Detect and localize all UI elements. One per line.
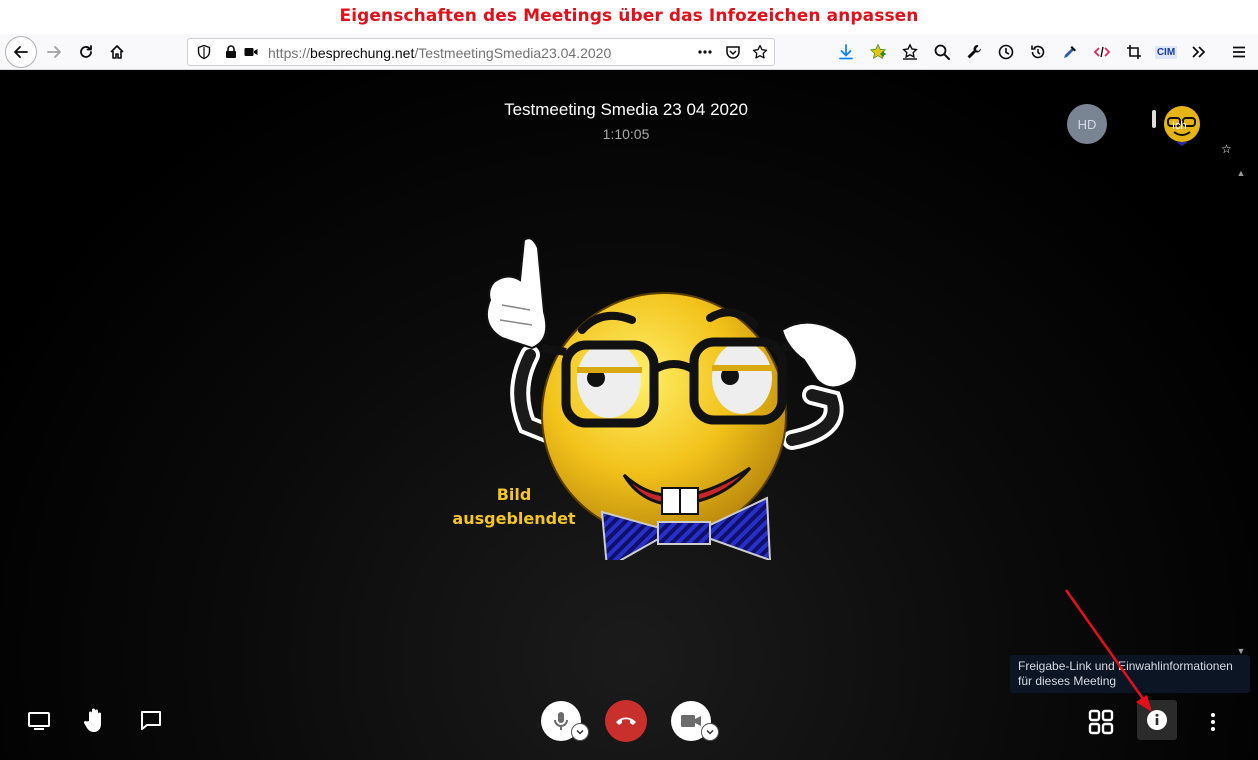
chat-icon — [141, 711, 161, 730]
screen-share-button[interactable] — [24, 706, 54, 736]
screenshot-icon — [1127, 45, 1141, 59]
annotation-bar: Eigenschaften des Meetings über das Info… — [0, 0, 1258, 34]
page: Eigenschaften des Meetings über das Info… — [0, 0, 1258, 760]
info-button[interactable] — [1137, 700, 1177, 740]
camera-icon — [244, 48, 258, 56]
camera-options-button[interactable] — [701, 723, 719, 741]
page-actions-button[interactable] — [696, 43, 714, 61]
camera-permission-button[interactable] — [242, 43, 260, 61]
annotation-title: Eigenschaften des Meetings über das Info… — [339, 6, 919, 26]
meeting-timer: 1:10:05 — [602, 126, 650, 142]
participant-avatar[interactable]: HD — [1067, 104, 1107, 144]
hangup-button[interactable] — [605, 700, 647, 742]
tile-view-button[interactable] — [1086, 707, 1116, 737]
forward-button[interactable] — [40, 38, 68, 66]
screenshot-button[interactable] — [1120, 38, 1148, 66]
wrench-icon — [967, 45, 981, 59]
url-bar[interactable]: https://besprechung.net/TestmeetingSmedi… — [187, 38, 775, 66]
back-icon — [14, 46, 28, 58]
scroll-up-icon[interactable]: ▲ — [1236, 168, 1246, 178]
site-security-button[interactable] — [222, 43, 240, 61]
tools-button[interactable] — [960, 38, 988, 66]
url-host: besprechung.net — [310, 45, 415, 61]
caption-line-1: Bild — [496, 485, 532, 504]
reload-icon — [80, 45, 92, 58]
url-text[interactable]: https://besprechung.net/TestmeetingSmedi… — [268, 45, 611, 61]
chevron-down-icon — [706, 729, 714, 735]
info-tooltip: Freigabe-Link und Einwahlinformationen f… — [1010, 655, 1250, 693]
tile-view-icon — [1088, 709, 1114, 735]
tooltip-line-1: Freigabe-Link und Einwahlinformationen — [1018, 659, 1233, 673]
meeting-stage: Testmeeting Smedia 23 04 2020 1:10:05 HD… — [0, 70, 1258, 760]
screen-share-icon — [28, 712, 50, 730]
menu-button[interactable] — [1225, 38, 1253, 66]
bookmark-button[interactable] — [751, 43, 769, 61]
library-icon — [902, 43, 918, 60]
addon-button[interactable] — [864, 38, 892, 66]
raise-hand-icon — [83, 708, 101, 732]
browser-toolbar: https://besprechung.net/TestmeetingSmedi… — [0, 34, 1258, 70]
home-icon — [110, 45, 124, 59]
video-camera-icon — [681, 715, 701, 727]
pocket-button[interactable] — [724, 43, 742, 61]
download-icon — [839, 44, 853, 60]
reload-button[interactable] — [72, 38, 100, 66]
filmstrip-scrollbar[interactable]: ▲ ▼ — [1232, 168, 1250, 658]
video-muted-caption: Bild ausgeblendet — [443, 483, 585, 531]
bookmark-star-icon — [752, 44, 768, 59]
tooltip-line-2: für dieses Meeting — [1018, 674, 1117, 688]
history-icon — [998, 44, 1014, 60]
self-label: Ich — [1172, 120, 1187, 132]
more-options-button[interactable] — [1198, 707, 1228, 737]
caption-line-2: ausgeblendet — [452, 509, 576, 528]
url-scheme: https:// — [268, 45, 311, 61]
restore-session-button[interactable] — [1024, 38, 1052, 66]
lock-icon — [226, 45, 236, 58]
search-icon — [934, 44, 950, 60]
menu-icon — [1233, 46, 1245, 58]
more-vertical-icon — [1211, 713, 1215, 731]
url-path: /TestmeetingSmedia23.04.2020 — [414, 45, 612, 61]
devtools-button[interactable] — [1088, 38, 1116, 66]
home-button[interactable] — [103, 38, 131, 66]
back-button[interactable] — [5, 36, 37, 68]
cim-button[interactable]: CIM — [1152, 38, 1180, 66]
microphone-options-button[interactable] — [571, 723, 589, 741]
search-button[interactable] — [928, 38, 956, 66]
star-icon: ☆ — [1221, 142, 1232, 156]
hangup-icon — [616, 717, 636, 725]
cim-icon: CIM — [1154, 45, 1178, 59]
overflow-icon — [1192, 46, 1206, 58]
more-icon — [698, 50, 712, 54]
info-icon — [1147, 710, 1167, 730]
forward-icon — [47, 46, 61, 58]
raise-hand-button[interactable] — [80, 704, 110, 736]
chat-button[interactable] — [136, 706, 166, 736]
downloads-button[interactable] — [832, 38, 860, 66]
addon-star-icon — [869, 43, 887, 59]
pocket-icon — [726, 46, 740, 59]
shield-icon — [197, 44, 211, 60]
tracking-protection-button[interactable] — [195, 43, 213, 61]
chevron-down-icon — [576, 729, 584, 735]
microphone-icon — [554, 712, 568, 730]
eyedropper-icon — [1064, 46, 1076, 58]
eyedropper-button[interactable] — [1056, 38, 1084, 66]
history-button[interactable] — [992, 38, 1020, 66]
library-button[interactable] — [896, 38, 924, 66]
undo-history-icon — [1031, 45, 1045, 59]
meeting-title: Testmeeting Smedia 23 04 2020 — [504, 100, 748, 119]
overflow-button[interactable] — [1184, 38, 1212, 66]
devtools-icon — [1093, 46, 1111, 58]
